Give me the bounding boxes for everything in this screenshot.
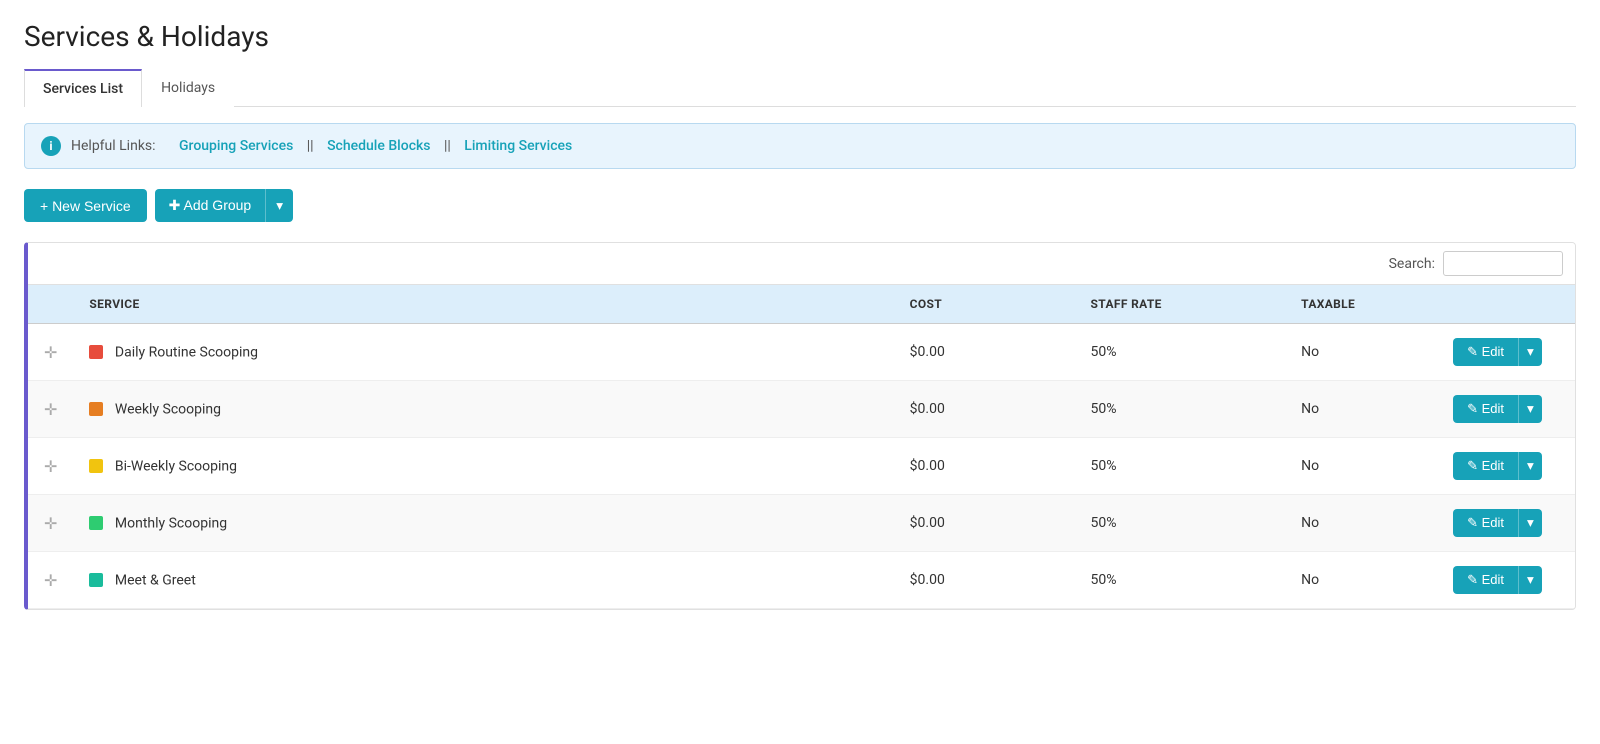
cost-cell: $0.00 <box>894 552 1075 609</box>
col-drag <box>28 285 73 324</box>
service-color-indicator <box>89 345 103 359</box>
action-bar: + New Service ✚ Add Group ▾ <box>24 189 1576 222</box>
service-name-cell: Weekly Scooping <box>73 381 893 438</box>
edit-button[interactable]: ✎ Edit <box>1453 338 1518 366</box>
col-header-cost: COST <box>894 285 1075 324</box>
table-row: ✛ Weekly Scooping $0.00 50% No ✎ Edit ▾ <box>28 381 1575 438</box>
taxable-cell: No <box>1285 552 1437 609</box>
col-header-service: SERVICE <box>73 285 893 324</box>
service-name-label: Daily Routine Scooping <box>115 344 258 360</box>
add-group-dropdown-arrow[interactable]: ▾ <box>265 189 293 222</box>
drag-handle-cell: ✛ <box>28 552 73 609</box>
services-table: SERVICE COST STAFF RATE TAXABLE ✛ Daily … <box>28 285 1575 609</box>
service-name-label: Meet & Greet <box>115 572 196 588</box>
edit-dropdown-arrow[interactable]: ▾ <box>1518 509 1542 537</box>
new-service-button[interactable]: + New Service <box>24 189 147 222</box>
taxable-cell: No <box>1285 438 1437 495</box>
search-label: Search: <box>1389 256 1435 272</box>
link-grouping-services[interactable]: Grouping Services <box>179 138 293 154</box>
table-header-row: SERVICE COST STAFF RATE TAXABLE <box>28 285 1575 324</box>
cost-cell: $0.00 <box>894 495 1075 552</box>
drag-handle-cell: ✛ <box>28 438 73 495</box>
service-name-label: Bi-Weekly Scooping <box>115 458 237 474</box>
taxable-cell: No <box>1285 324 1437 381</box>
edit-button[interactable]: ✎ Edit <box>1453 452 1518 480</box>
edit-dropdown-arrow[interactable]: ▾ <box>1518 566 1542 594</box>
staff-rate-cell: 50% <box>1075 495 1286 552</box>
services-table-container: Search: SERVICE COST STAFF RATE TAXABLE … <box>24 242 1576 610</box>
staff-rate-cell: 50% <box>1075 324 1286 381</box>
edit-button[interactable]: ✎ Edit <box>1453 395 1518 423</box>
edit-dropdown-arrow[interactable]: ▾ <box>1518 338 1542 366</box>
tab-holidays[interactable]: Holidays <box>142 69 234 107</box>
actions-cell: ✎ Edit ▾ <box>1437 438 1575 495</box>
link-schedule-blocks[interactable]: Schedule Blocks <box>327 138 430 154</box>
table-row: ✛ Meet & Greet $0.00 50% No ✎ Edit ▾ <box>28 552 1575 609</box>
edit-button-group: ✎ Edit ▾ <box>1453 395 1559 423</box>
edit-button[interactable]: ✎ Edit <box>1453 509 1518 537</box>
service-name-cell: Meet & Greet <box>73 552 893 609</box>
service-name-label: Weekly Scooping <box>115 401 221 417</box>
drag-handle-icon[interactable]: ✛ <box>44 514 57 533</box>
drag-handle-cell: ✛ <box>28 495 73 552</box>
actions-cell: ✎ Edit ▾ <box>1437 324 1575 381</box>
cost-cell: $0.00 <box>894 324 1075 381</box>
edit-button[interactable]: ✎ Edit <box>1453 566 1518 594</box>
info-prefix: Helpful Links: <box>71 138 156 154</box>
service-color-indicator <box>89 459 103 473</box>
cost-cell: $0.00 <box>894 381 1075 438</box>
table-body: ✛ Daily Routine Scooping $0.00 50% No ✎ … <box>28 324 1575 609</box>
add-group-button-group: ✚ Add Group ▾ <box>155 189 293 222</box>
staff-rate-cell: 50% <box>1075 381 1286 438</box>
col-header-taxable: TAXABLE <box>1285 285 1437 324</box>
edit-dropdown-arrow[interactable]: ▾ <box>1518 452 1542 480</box>
service-name-cell: Monthly Scooping <box>73 495 893 552</box>
info-icon: i <box>41 136 61 156</box>
service-color-indicator <box>89 573 103 587</box>
page-title: Services & Holidays <box>24 20 1576 53</box>
drag-handle-icon[interactable]: ✛ <box>44 400 57 419</box>
service-color-indicator <box>89 402 103 416</box>
col-header-staff-rate: STAFF RATE <box>1075 285 1286 324</box>
service-name-label: Monthly Scooping <box>115 515 227 531</box>
edit-button-group: ✎ Edit ▾ <box>1453 509 1559 537</box>
drag-handle-cell: ✛ <box>28 324 73 381</box>
service-name-cell: Bi-Weekly Scooping <box>73 438 893 495</box>
service-color-indicator <box>89 516 103 530</box>
table-row: ✛ Monthly Scooping $0.00 50% No ✎ Edit ▾ <box>28 495 1575 552</box>
table-row: ✛ Daily Routine Scooping $0.00 50% No ✎ … <box>28 324 1575 381</box>
link-limiting-services[interactable]: Limiting Services <box>464 138 572 154</box>
cost-cell: $0.00 <box>894 438 1075 495</box>
edit-button-group: ✎ Edit ▾ <box>1453 338 1559 366</box>
staff-rate-cell: 50% <box>1075 438 1286 495</box>
staff-rate-cell: 50% <box>1075 552 1286 609</box>
drag-handle-icon[interactable]: ✛ <box>44 343 57 362</box>
actions-cell: ✎ Edit ▾ <box>1437 495 1575 552</box>
drag-handle-icon[interactable]: ✛ <box>44 571 57 590</box>
taxable-cell: No <box>1285 495 1437 552</box>
info-bar: i Helpful Links: Grouping Services || Sc… <box>24 123 1576 169</box>
actions-cell: ✎ Edit ▾ <box>1437 381 1575 438</box>
search-input[interactable] <box>1443 251 1563 276</box>
add-group-button[interactable]: ✚ Add Group <box>155 189 266 222</box>
table-row: ✛ Bi-Weekly Scooping $0.00 50% No ✎ Edit… <box>28 438 1575 495</box>
edit-button-group: ✎ Edit ▾ <box>1453 566 1559 594</box>
edit-button-group: ✎ Edit ▾ <box>1453 452 1559 480</box>
service-name-cell: Daily Routine Scooping <box>73 324 893 381</box>
tabs-container: Services List Holidays <box>24 69 1576 107</box>
edit-dropdown-arrow[interactable]: ▾ <box>1518 395 1542 423</box>
drag-handle-icon[interactable]: ✛ <box>44 457 57 476</box>
actions-cell: ✎ Edit ▾ <box>1437 552 1575 609</box>
col-header-actions <box>1437 285 1575 324</box>
taxable-cell: No <box>1285 381 1437 438</box>
tab-services-list[interactable]: Services List <box>24 69 142 107</box>
search-bar: Search: <box>28 243 1575 285</box>
drag-handle-cell: ✛ <box>28 381 73 438</box>
